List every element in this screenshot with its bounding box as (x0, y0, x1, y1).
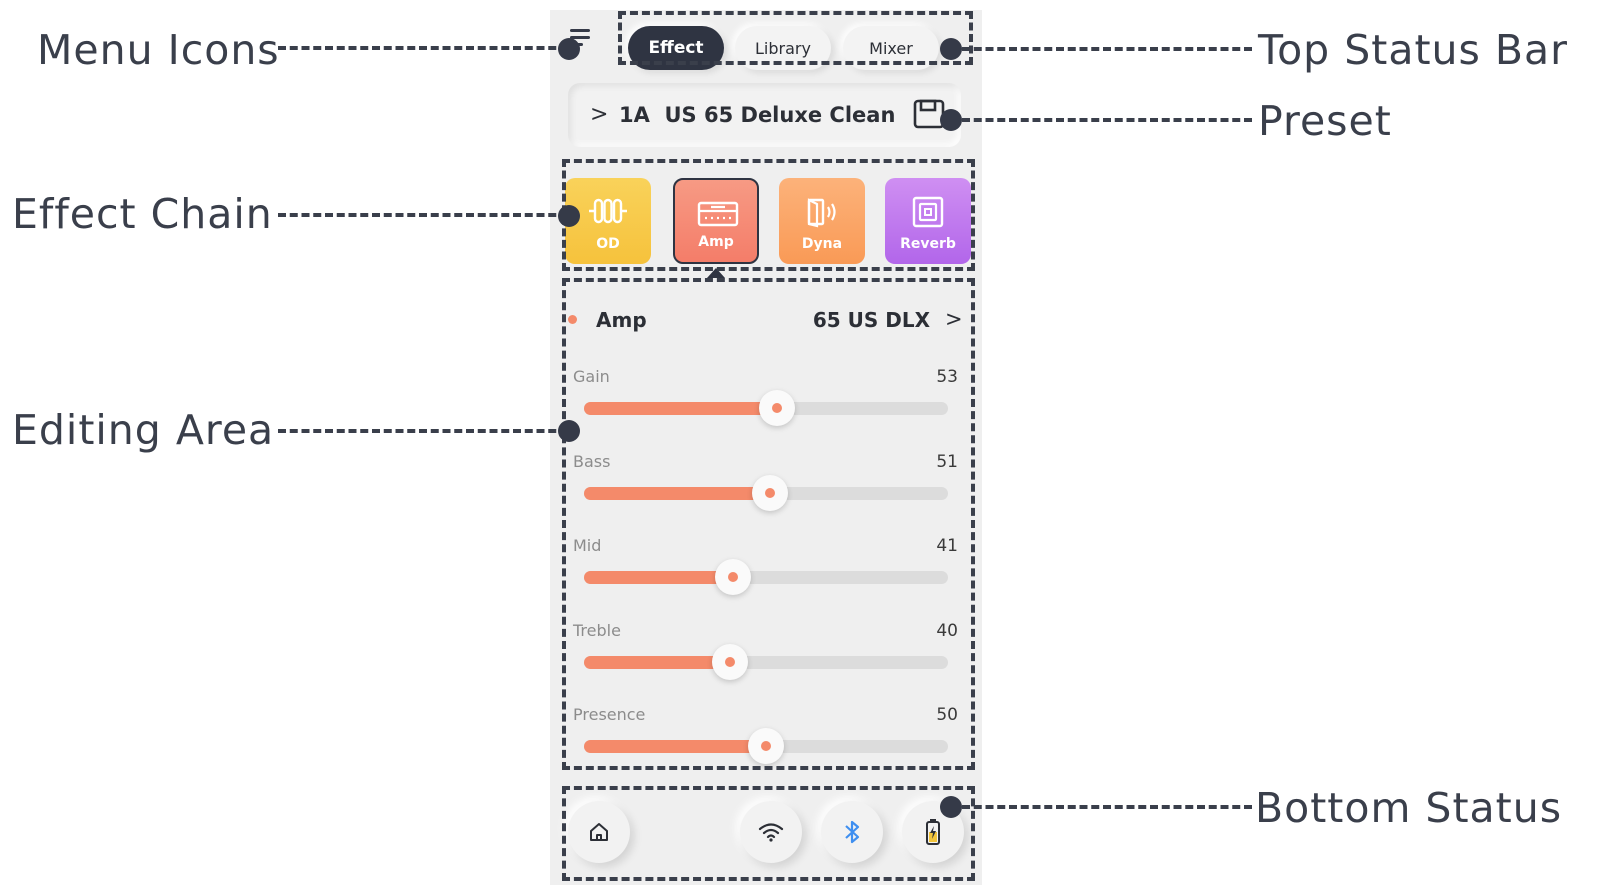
marker-menu-icons (558, 38, 580, 60)
top-status-bar-outline (618, 11, 973, 65)
leader-editing-area (278, 429, 568, 433)
chevron-right-icon[interactable]: > (590, 102, 608, 127)
marker-effect-chain (558, 205, 580, 227)
preset-name: 1A US 65 Deluxe Clean (619, 103, 896, 127)
marker-preset (940, 109, 962, 131)
effect-chain-outline (562, 159, 975, 271)
marker-editing-area (558, 420, 580, 442)
leader-preset (962, 118, 1252, 122)
bottom-status-outline (562, 786, 975, 881)
callout-bottom-status: Bottom Status (1255, 784, 1563, 832)
callout-preset: Preset (1258, 97, 1392, 145)
leader-bottom-status (962, 805, 1252, 809)
leader-effect-chain (278, 213, 568, 217)
preset-bar[interactable]: > 1A US 65 Deluxe Clean (568, 83, 961, 147)
marker-bottom-status (940, 796, 962, 818)
callout-top-status-bar: Top Status Bar (1258, 26, 1569, 74)
editing-area-outline (562, 278, 975, 770)
leader-menu-icons (278, 46, 568, 50)
leader-top-status-bar (962, 47, 1252, 51)
callout-menu-icons: Menu Icons (37, 26, 280, 74)
callout-editing-area: Editing Area (12, 406, 275, 454)
callout-effect-chain: Effect Chain (12, 190, 273, 238)
marker-top-status-bar (940, 38, 962, 60)
